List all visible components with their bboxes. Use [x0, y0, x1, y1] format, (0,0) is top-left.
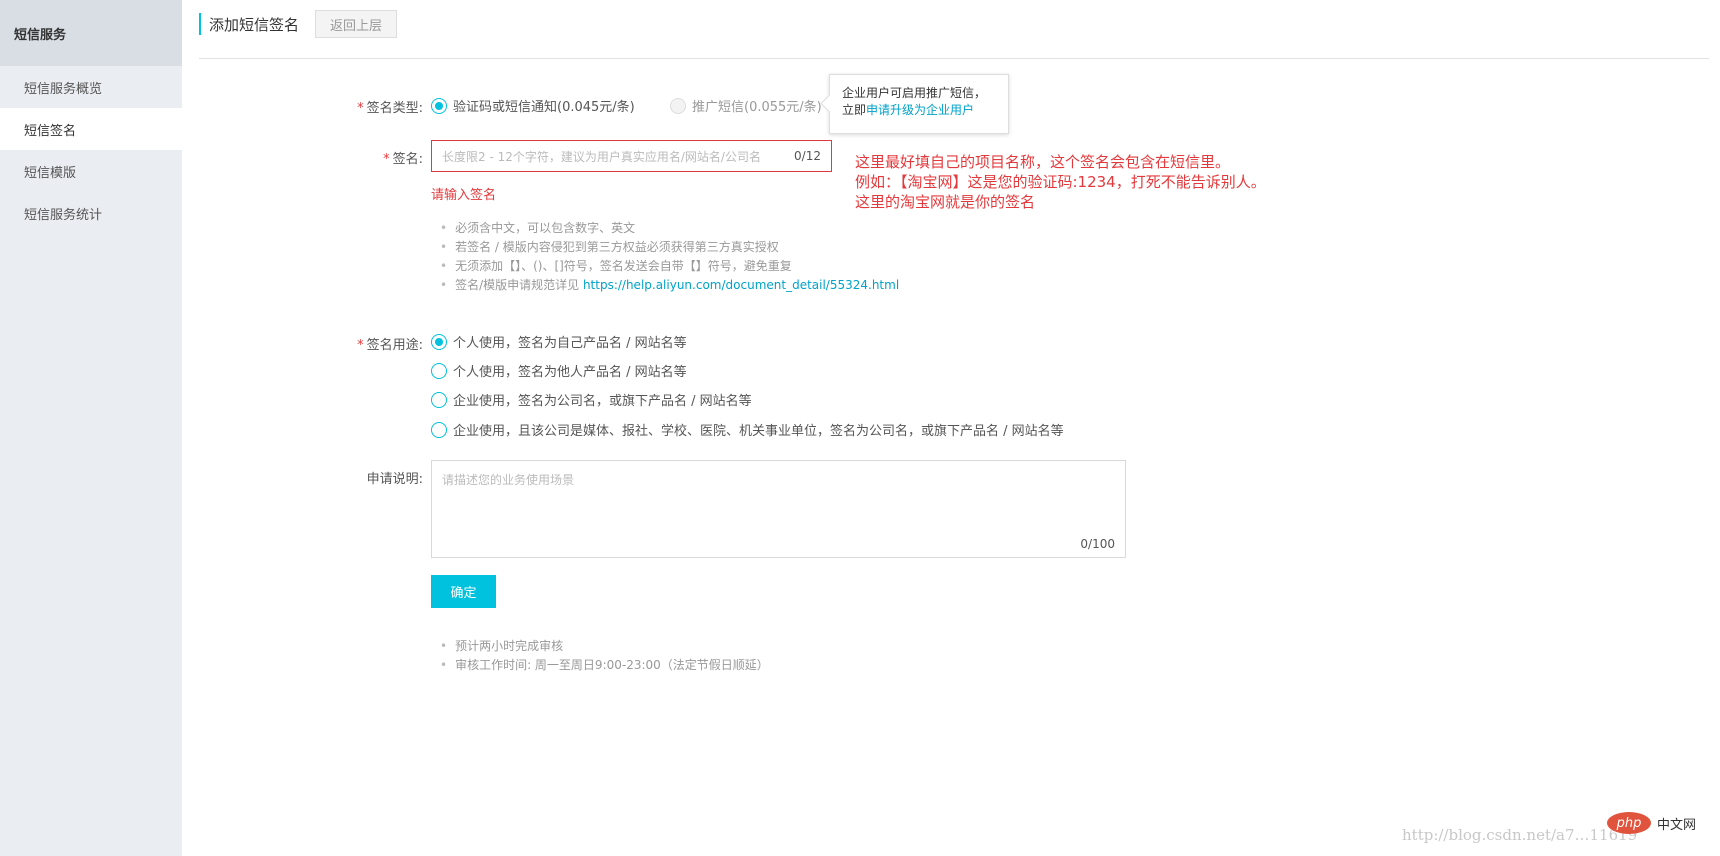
- sidebar-item-template[interactable]: 短信模版: [0, 150, 182, 192]
- back-button[interactable]: 返回上层: [315, 10, 398, 38]
- usage-option-institution[interactable]: 企业使用，且该公司是媒体、报社、学校、医院、机关事业单位，签名为公司名，或旗下产…: [431, 420, 1064, 439]
- usage-option-personal-own[interactable]: 个人使用，签名为自己产品名 / 网站名等: [431, 332, 687, 351]
- description-placeholder: 请描述您的业务使用场景: [442, 473, 575, 487]
- sidebar-title: 短信服务: [0, 0, 182, 66]
- sign-input-placeholder: 长度限2 - 12个字符，建议为用户真实应用名/网站名/公司名: [442, 149, 761, 164]
- php-badge: php: [1607, 812, 1651, 834]
- php-logo-text: 中文网: [1657, 817, 1697, 833]
- list-item: 预计两小时完成审核: [440, 637, 769, 656]
- php-logo: php 中文网: [1607, 812, 1696, 834]
- usage-option-personal-other[interactable]: 个人使用，签名为他人产品名 / 网站名等: [431, 361, 687, 380]
- sidebar-item-overview[interactable]: 短信服务概览: [0, 66, 182, 108]
- list-item: 必须含中文，可以包含数字、英文: [440, 219, 899, 238]
- promotion-tooltip: 企业用户可启用推广短信， 立即申请升级为企业用户: [829, 74, 1009, 134]
- description-label: 申请说明:: [366, 472, 423, 487]
- sidebar: 短信服务 短信服务概览 短信签名 短信模版 短信服务统计: [0, 0, 182, 856]
- list-item: 审核工作时间: 周一至周日9:00-23:00（法定节假日顺延）: [440, 656, 769, 675]
- annotation-note: 这里最好填自己的项目名称，这个签名会包含在短信里。 例如：【淘宝网】这是您的验证…: [855, 153, 1266, 211]
- usage-label: * 签名用途:: [357, 338, 423, 353]
- sign-error-message: 请输入签名: [431, 188, 497, 203]
- usage-option-enterprise[interactable]: 企业使用，签名为公司名，或旗下产品名 / 网站名等: [431, 390, 752, 409]
- sidebar-item-statistics[interactable]: 短信服务统计: [0, 192, 182, 234]
- radio-icon: [431, 391, 447, 408]
- radio-icon: [431, 421, 447, 438]
- sidebar-item-signature[interactable]: 短信签名: [0, 108, 182, 150]
- required-mark: *: [357, 101, 364, 116]
- sign-input[interactable]: 长度限2 - 12个字符，建议为用户真实应用名/网站名/公司名 0/12: [431, 140, 832, 172]
- description-char-count: 0/100: [1080, 537, 1115, 551]
- list-item: 签名/模版申请规范详见 https://help.aliyun.com/docu…: [440, 276, 899, 295]
- submit-button[interactable]: 确定: [431, 575, 496, 608]
- watermark: http://blog.csdn.net/a7…11619: [1402, 826, 1638, 844]
- list-item: 无须添加【】、()、[]符号，签名发送会自带【】符号，避免重复: [440, 257, 899, 276]
- header-divider: [199, 58, 1709, 59]
- sign-label: * 签名:: [383, 152, 423, 167]
- upgrade-enterprise-link[interactable]: 申请升级为企业用户: [866, 103, 974, 117]
- required-mark: *: [357, 338, 364, 353]
- review-hints: 预计两小时完成审核 审核工作时间: 周一至周日9:00-23:00（法定节假日顺…: [440, 637, 769, 675]
- sign-type-option-promotion[interactable]: 推广短信(0.055元/条): [670, 96, 822, 115]
- radio-checked-icon: [431, 97, 447, 114]
- help-doc-link[interactable]: https://help.aliyun.com/document_detail/…: [583, 278, 899, 292]
- title-accent-bar: [199, 13, 201, 35]
- sign-type-label: * 签名类型:: [357, 101, 423, 116]
- required-mark: *: [383, 152, 390, 167]
- page-header: 添加短信签名 返回上层: [199, 9, 398, 39]
- page-title: 添加短信签名: [209, 15, 300, 34]
- radio-disabled-icon: [670, 97, 686, 114]
- page: 短信服务 短信服务概览 短信签名 短信模版 短信服务统计 添加短信签名 返回上层…: [0, 0, 1720, 856]
- radio-checked-icon: [431, 333, 447, 350]
- description-textarea[interactable]: 请描述您的业务使用场景 0/100: [431, 460, 1126, 558]
- sign-char-count: 0/12: [794, 149, 821, 163]
- sign-type-option-verification[interactable]: 验证码或短信通知(0.045元/条): [431, 96, 635, 115]
- list-item: 若签名 / 模版内容侵犯到第三方权益必须获得第三方真实授权: [440, 238, 899, 257]
- sign-hints: 必须含中文，可以包含数字、英文 若签名 / 模版内容侵犯到第三方权益必须获得第三…: [440, 219, 899, 295]
- radio-icon: [431, 362, 447, 379]
